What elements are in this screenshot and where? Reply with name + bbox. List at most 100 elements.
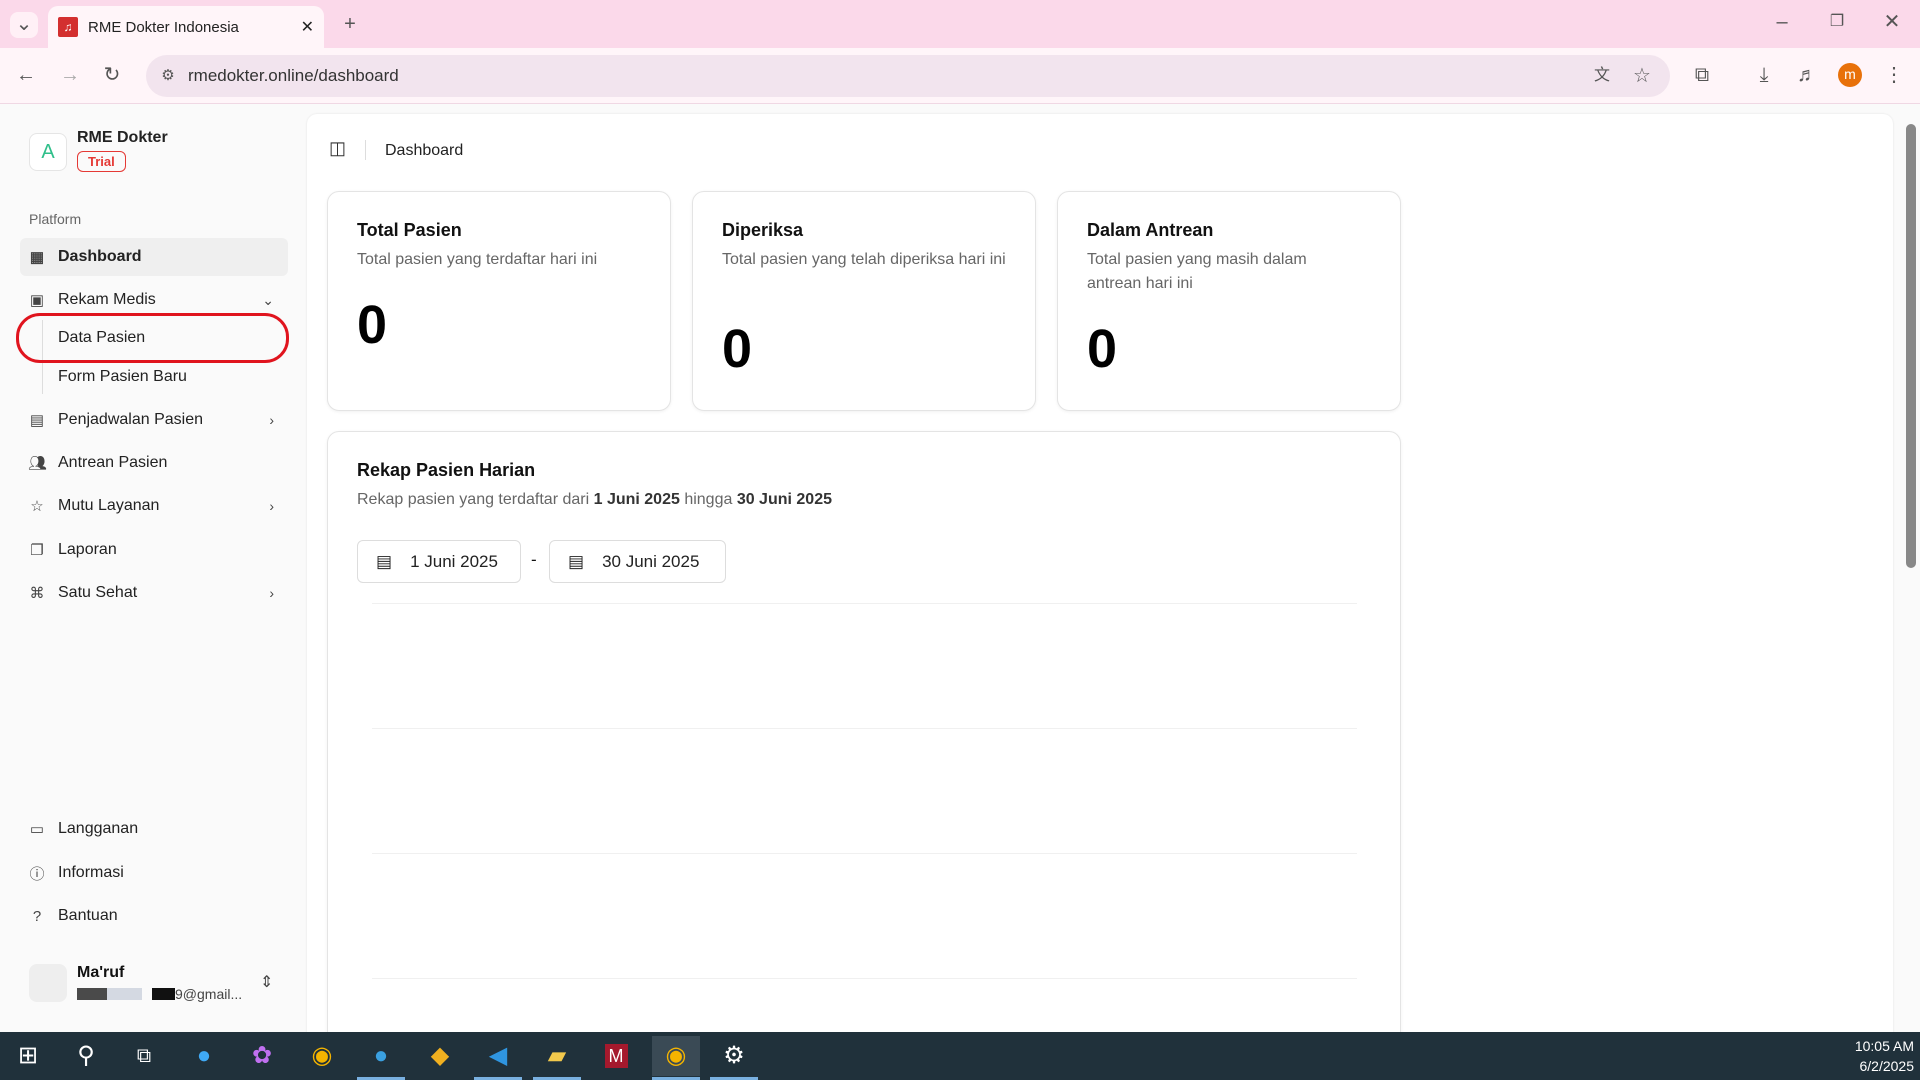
redaction [152, 988, 175, 1000]
forward-icon[interactable]: → [56, 63, 84, 87]
date-separator: - [531, 550, 537, 569]
system-clock[interactable]: 10:05 AM 6/2/2025 [1830, 1036, 1914, 1076]
mysql-workbench-icon[interactable]: ● [357, 1036, 405, 1080]
label: Rekam Medis [58, 291, 156, 308]
chevrons-up-down-icon[interactable]: ⇕ [260, 972, 273, 992]
user-name: Ma'ruf [77, 964, 125, 981]
mendeley-icon[interactable]: M [592, 1036, 640, 1076]
file-explorer-icon[interactable]: ▰ [533, 1036, 581, 1080]
command-icon: ⌘ [29, 585, 45, 602]
sidebar-toggle-icon[interactable]: ◫ [329, 138, 346, 159]
user-email-row: 9@gmail... [77, 986, 242, 1002]
sidebar-item-laporan[interactable]: ❐ Laporan [20, 531, 288, 569]
card-title: Total Pasien [357, 220, 462, 240]
bookmark-star-icon[interactable]: ☆ [1628, 64, 1656, 88]
brand-name: RME Dokter [77, 129, 168, 146]
download-icon[interactable]: ⤓ [1750, 63, 1778, 87]
user-avatar [29, 964, 67, 1002]
sidebar-item-antrean[interactable]: 👥︎ Antrean Pasien [20, 444, 288, 482]
rekap-card: Rekap Pasien Harian Rekap pasien yang te… [327, 431, 1401, 1071]
browser-tab[interactable]: ♫ RME Dokter Indonesia ✕ [48, 6, 324, 48]
card-value: 0 [1087, 319, 1118, 379]
new-tab-icon[interactable]: + [336, 12, 364, 36]
sidebar-item-informasi[interactable]: ⓘ Informasi [20, 854, 288, 892]
card-title: Rekap Pasien Harian [357, 460, 536, 480]
task-view-icon[interactable]: ⧉ [120, 1036, 168, 1076]
desc-text: hingga [679, 491, 737, 508]
scrollbar-thumb[interactable] [1906, 124, 1916, 568]
card-value: 0 [357, 295, 388, 355]
close-tab-icon[interactable]: ✕ [301, 17, 314, 37]
desc-text: Rekap pasien yang terdaftar dari [357, 491, 594, 508]
card-desc: Rekap pasien yang terdaftar dari 1 Juni … [357, 488, 1257, 512]
close-window-icon[interactable]: ✕ [1878, 10, 1906, 34]
sidebar-item-dashboard[interactable]: ▦ Dashboard [20, 238, 288, 276]
extensions-icon[interactable]: ⧉ [1688, 63, 1716, 87]
highlight-annotation [16, 313, 289, 363]
calendar-icon: ▤ [568, 551, 585, 571]
tab-title: RME Dokter Indonesia [88, 18, 239, 36]
chrome-profile-icon[interactable]: ◉ [652, 1036, 700, 1080]
label: Dashboard [58, 248, 142, 265]
clock-time: 10:05 AM [1854, 1038, 1914, 1054]
breadcrumb: Dashboard [385, 142, 464, 159]
site-settings-icon[interactable]: ⚙ [154, 64, 182, 88]
stat-card-total-pasien: Total Pasien Total pasien yang terdaftar… [327, 191, 671, 411]
app-icon[interactable]: ◆ [416, 1036, 464, 1076]
date-text: 1 Juni 2025 [410, 551, 498, 571]
minimize-icon[interactable]: – [1768, 10, 1796, 34]
address-bar[interactable]: ⚙ rmedokter.online/dashboard 文 ☆ [146, 55, 1670, 97]
divider [365, 140, 366, 160]
sidebar-item-langganan[interactable]: ▭ Langganan [20, 810, 288, 848]
chevron-right-icon: › [269, 412, 274, 428]
info-icon: ⓘ [29, 865, 45, 883]
windows-start-icon[interactable]: ⊞ [4, 1036, 52, 1076]
group-label: Platform [29, 211, 82, 227]
stat-card-diperiksa: Diperiksa Total pasien yang telah diperi… [692, 191, 1036, 411]
restore-icon[interactable]: ❐ [1823, 10, 1851, 34]
label: Mutu Layanan [58, 497, 160, 514]
chart-gridline [372, 978, 1357, 979]
copilot-icon[interactable]: ✿ [238, 1036, 286, 1076]
credit-card-icon: ▭ [29, 821, 45, 838]
search-icon[interactable]: ⚲ [62, 1036, 110, 1076]
card-desc: Total pasien yang telah diperiksa hari i… [722, 251, 1006, 268]
chevron-down-icon: ⌄ [262, 291, 274, 308]
chart-gridline [372, 853, 1357, 854]
url-text: rmedokter.online/dashboard [188, 66, 399, 85]
back-icon[interactable]: ← [12, 63, 40, 87]
users-icon: 👥︎ [28, 455, 48, 472]
profile-avatar[interactable]: m [1838, 63, 1862, 87]
sidebar-item-form-pasien-baru[interactable]: Form Pasien Baru [58, 368, 187, 386]
card-desc: Total pasien yang masih dalam antrean ha… [1087, 251, 1307, 292]
stat-card-dalam-antrean: Dalam Antrean Total pasien yang masih da… [1057, 191, 1401, 411]
label: Penjadwalan Pasien [58, 411, 203, 428]
sidebar-item-bantuan[interactable]: ? Bantuan [20, 897, 288, 935]
sidebar-item-satu-sehat[interactable]: ⌘ Satu Sehat › [20, 574, 288, 612]
menu-icon[interactable]: ⋮ [1880, 63, 1908, 87]
calendar-icon: ▤ [29, 412, 45, 429]
grid-icon: ▦ [29, 249, 45, 266]
copy-icon: ❐ [30, 542, 44, 559]
translate-icon[interactable]: 文 [1588, 64, 1616, 88]
sidebar-item-mutu[interactable]: ☆ Mutu Layanan › [20, 487, 288, 525]
start-date-picker[interactable]: ▤ 1 Juni 2025 [357, 540, 521, 583]
edge-icon[interactable]: ● [180, 1036, 228, 1076]
tab-search-icon[interactable]: ⌄ [10, 12, 38, 38]
sidebar-item-penjadwalan[interactable]: ▤ Penjadwalan Pasien › [20, 401, 288, 439]
vscode-icon[interactable]: ◀ [474, 1036, 522, 1080]
media-icon[interactable]: ♬ [1793, 63, 1821, 87]
end-date-picker[interactable]: ▤ 30 Juni 2025 [549, 540, 726, 583]
label: Laporan [58, 541, 117, 558]
card-desc: Total pasien yang terdaftar hari ini [357, 251, 598, 268]
reload-icon[interactable]: ↻ [98, 63, 126, 87]
calendar-icon: ▤ [376, 551, 393, 571]
chart-gridline [372, 728, 1357, 729]
label: Antrean Pasien [58, 454, 168, 471]
settings-icon[interactable]: ⚙ [710, 1036, 758, 1080]
card-title: Dalam Antrean [1087, 220, 1214, 240]
record-icon: ▣ [29, 292, 45, 309]
logo-icon: A [29, 133, 67, 171]
date-text: 30 Juni 2025 [602, 551, 700, 571]
chrome-icon[interactable]: ◉ [298, 1036, 346, 1076]
